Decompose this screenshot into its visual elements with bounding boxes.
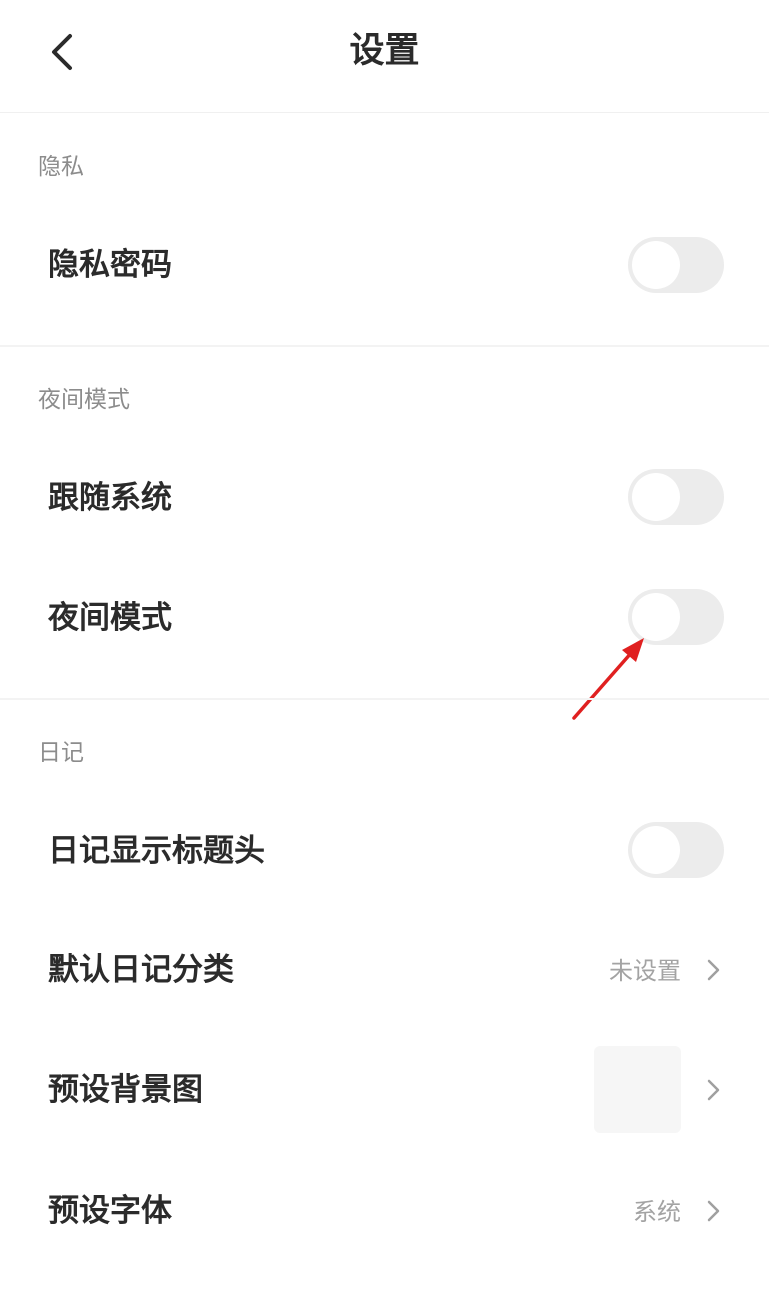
toggle-knob	[632, 473, 680, 521]
section-title-diary: 日记	[38, 740, 84, 766]
privacy-password-toggle[interactable]	[628, 237, 724, 293]
page-title: 设置	[349, 31, 420, 71]
toggle-knob	[632, 826, 680, 874]
top-bar: 设置	[0, 0, 769, 113]
show-title-header-toggle[interactable]	[628, 822, 724, 878]
section-title-privacy: 隐私	[38, 154, 84, 180]
section-title-night-mode: 夜间模式	[38, 387, 130, 413]
toggle-knob	[632, 241, 680, 289]
section-divider	[0, 698, 769, 700]
annotation-arrow	[572, 638, 644, 720]
default-background-label: 预设背景图	[48, 1072, 203, 1108]
default-font-label: 预设字体	[48, 1193, 172, 1229]
night-mode-label: 夜间模式	[48, 600, 172, 636]
chevron-right-icon	[707, 1079, 720, 1101]
default-category-value: 未设置	[609, 957, 681, 985]
follow-system-toggle[interactable]	[628, 469, 724, 525]
follow-system-label: 跟随系统	[48, 480, 172, 516]
chevron-right-icon	[707, 959, 720, 981]
default-category-label: 默认日记分类	[48, 952, 234, 988]
chevron-right-icon	[707, 1200, 720, 1222]
section-divider	[0, 345, 769, 347]
show-title-header-label: 日记显示标题头	[48, 833, 265, 869]
default-font-value: 系统	[633, 1198, 681, 1226]
privacy-password-label: 隐私密码	[48, 247, 172, 283]
background-thumbnail	[594, 1046, 681, 1133]
